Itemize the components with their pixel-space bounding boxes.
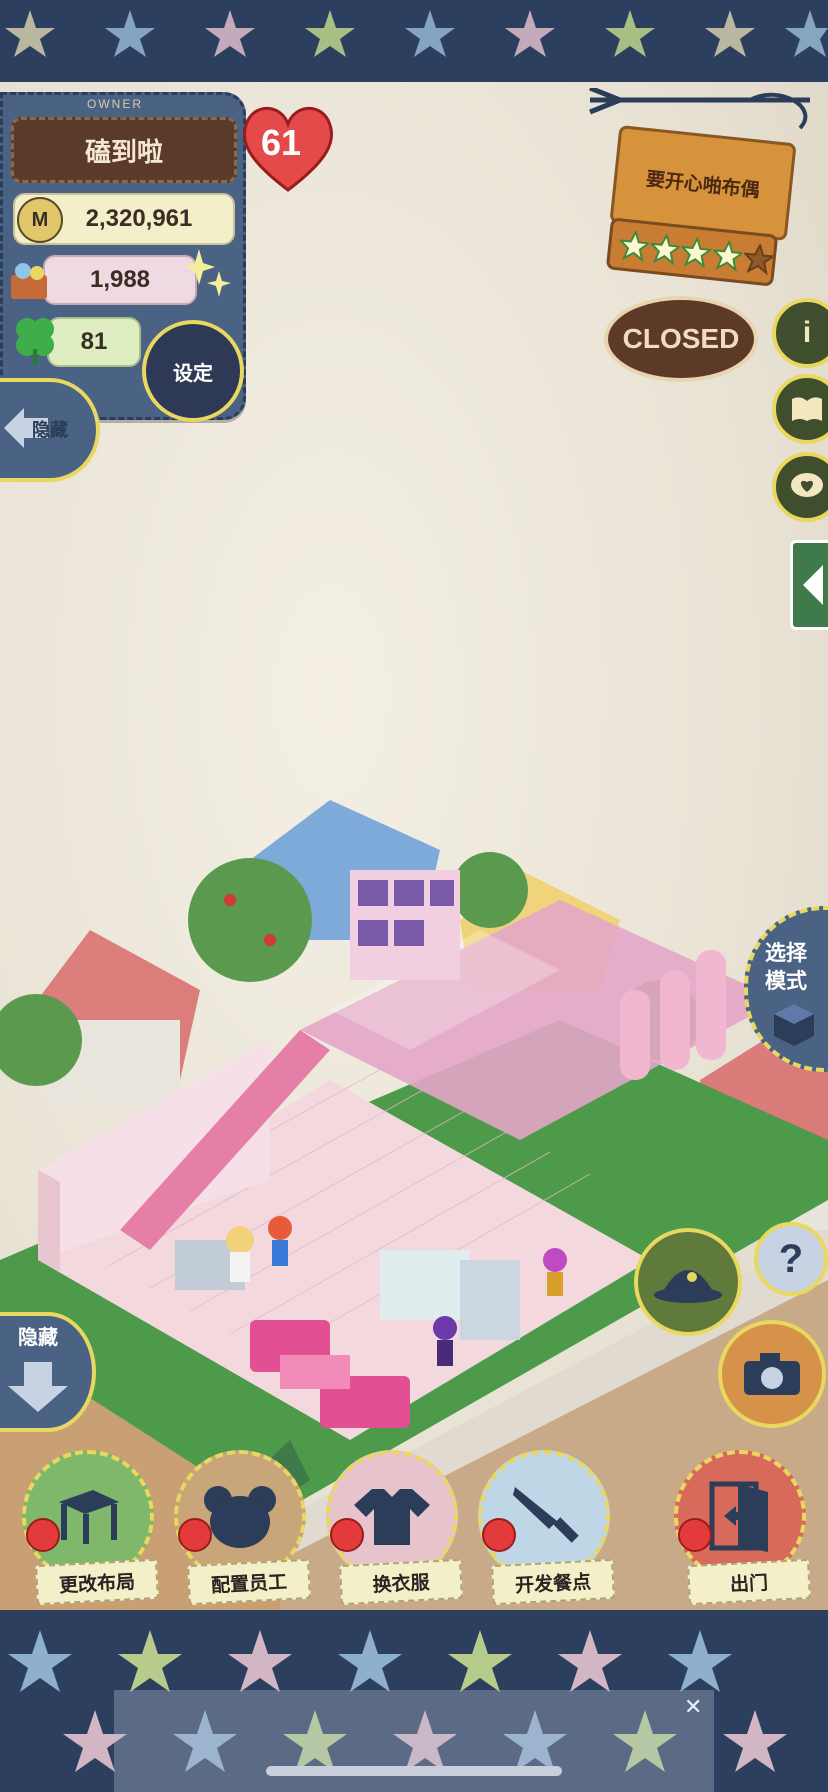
star-filled-icon (618, 229, 651, 263)
help-icon: ? (778, 1236, 804, 1281)
menu-go-out-label: 出门 (687, 1558, 811, 1606)
pin-icon (482, 1518, 516, 1552)
hat-icon (654, 1270, 722, 1303)
menu-layout[interactable]: 更改布局 (12, 1450, 159, 1610)
level-badge[interactable]: 61 (238, 100, 338, 196)
menu-recipes-label: 开发餐点 (491, 1558, 615, 1606)
hide-top-label: 隐藏 (32, 420, 68, 440)
table-icon (59, 1490, 119, 1544)
info-icon: i (802, 316, 812, 349)
door-icon (709, 1481, 768, 1552)
camera-button[interactable] (718, 1320, 826, 1428)
camera-icon (744, 1353, 800, 1395)
star-pattern-icon (5, 10, 828, 57)
ad-close-icon[interactable]: ✕ (684, 1694, 708, 1719)
hide-bottom-label: 隐藏 (18, 1327, 58, 1349)
basket-icon (7, 255, 51, 305)
help-button[interactable]: ? (754, 1222, 828, 1296)
home-indicator[interactable] (266, 1766, 562, 1776)
top-star-border (0, 0, 828, 82)
shop-status: CLOSED (622, 323, 740, 354)
level-value: 61 (260, 122, 302, 163)
restaurant-scene[interactable] (0, 380, 828, 1610)
pin-icon (26, 1518, 60, 1552)
cube-icon (774, 1004, 814, 1046)
hide-top-button[interactable]: 隐藏 (0, 378, 100, 482)
bear-head-icon (204, 1486, 276, 1548)
star-filled-icon (649, 232, 682, 266)
select-mode-label: 选择模式 (765, 942, 807, 993)
side-panel-tab[interactable] (790, 540, 828, 630)
ingredients-value: 1,988 (89, 266, 151, 293)
ingredients-counter: 1,988 (43, 255, 197, 305)
clover-counter: 81 (47, 317, 141, 367)
money-value: 2,320,961 (85, 205, 193, 232)
hat-button[interactable] (634, 1228, 742, 1336)
menu-go-out[interactable]: 出门 (664, 1450, 811, 1610)
menu-staff[interactable]: 配置员工 (164, 1450, 311, 1610)
star-filled-icon (680, 235, 713, 269)
menu-staff-label: 配置员工 (187, 1558, 311, 1606)
arrow-down-icon (8, 1362, 68, 1412)
clover-value: 81 (80, 328, 108, 355)
ad-banner[interactable] (114, 1690, 714, 1792)
owner-name[interactable]: 磕到啦 (11, 117, 237, 183)
shop-name: 要开心啪布偶 (644, 168, 761, 202)
coin-icon: M (17, 197, 63, 243)
book-icon (792, 397, 822, 421)
pin-icon (330, 1518, 364, 1552)
shop-status-sign[interactable]: CLOSED (604, 296, 758, 382)
menu-recipes[interactable]: 开发餐点 (468, 1450, 615, 1610)
hide-bottom-button[interactable]: 隐藏 (0, 1312, 96, 1432)
knife-icon (513, 1487, 579, 1543)
settings-label: 设定 (173, 362, 213, 385)
menu-clothes-label: 换衣服 (339, 1558, 463, 1606)
clover-icon (11, 313, 59, 365)
star-filled-icon (711, 239, 744, 273)
owner-label: OWNER (87, 97, 143, 111)
star-empty-icon (742, 242, 775, 276)
shirt-icon (354, 1489, 430, 1545)
menu-clothes[interactable]: 换衣服 (316, 1450, 463, 1610)
menu-layout-label: 更改布局 (35, 1558, 159, 1606)
sparkle-icon (185, 249, 233, 305)
arrow-left-icon (803, 565, 823, 605)
pin-icon (678, 1518, 712, 1552)
settings-button[interactable]: 设定 (142, 320, 244, 422)
pin-icon (178, 1518, 212, 1552)
money-counter: M 2,320,961 (13, 193, 235, 245)
heart-chat-icon (791, 473, 823, 497)
